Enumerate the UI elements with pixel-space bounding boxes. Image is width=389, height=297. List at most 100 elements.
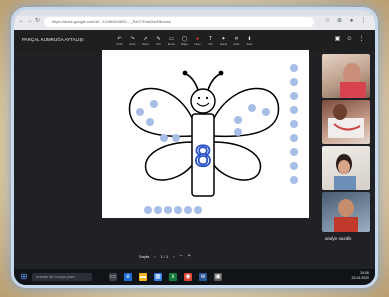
monitor-screen: ← → ↻ https://drive.google.com/a/...12x6… bbox=[14, 10, 375, 285]
task-view-icon[interactable]: ▭ bbox=[109, 273, 117, 281]
whiteboard-canvas[interactable]: 8 bbox=[102, 50, 309, 218]
tool-clear-button[interactable]: ✕ Clear bbox=[231, 36, 242, 50]
windows-start-icon[interactable]: ⊞ bbox=[20, 273, 28, 281]
tool-stamp-icon: ✦ bbox=[221, 36, 226, 42]
tool-select-button[interactable]: ➚ Select bbox=[140, 36, 151, 50]
folder-icon[interactable]: ▬ bbox=[139, 273, 147, 281]
photo-frame: ← → ↻ https://drive.google.com/a/...12x6… bbox=[0, 0, 389, 297]
people-icon[interactable]: ☺ bbox=[346, 36, 353, 43]
tool-label: Redo bbox=[129, 43, 136, 46]
participant-tile[interactable] bbox=[322, 54, 370, 98]
next-page-icon[interactable]: › bbox=[173, 254, 174, 259]
tool-undo-button[interactable]: ↶ Undo bbox=[114, 36, 125, 50]
tool-label: Shape bbox=[180, 43, 189, 46]
tool-save-button[interactable]: ⬇ Save bbox=[244, 36, 255, 50]
zoom-in-icon[interactable]: + bbox=[188, 253, 191, 259]
store-icon[interactable]: ▦ bbox=[154, 273, 162, 281]
tool-label: Save bbox=[246, 43, 253, 46]
system-tray: 20:06 23.04.2020 bbox=[351, 271, 369, 281]
taskbar-apps: ▭ e ▬ ▦ x ◉ w ▣ bbox=[109, 273, 222, 281]
counter-dot bbox=[144, 206, 152, 214]
star-icon[interactable]: ☆ bbox=[324, 18, 331, 25]
digit-eight: 8 bbox=[195, 140, 212, 173]
wing-dot bbox=[172, 134, 180, 142]
participant-video bbox=[340, 63, 366, 98]
tool-clear-icon: ✕ bbox=[234, 36, 239, 42]
tool-shape-icon: ◯ bbox=[181, 36, 188, 42]
tool-pen-button[interactable]: ✎ Pen bbox=[153, 36, 164, 50]
counter-dots-row bbox=[144, 206, 202, 214]
prev-page-icon[interactable]: ‹ bbox=[154, 254, 155, 259]
right-lower-wing bbox=[212, 141, 262, 181]
taskbar-search[interactable]: Aramak için buraya yazın bbox=[32, 273, 92, 281]
left-eye bbox=[197, 96, 201, 100]
right-eye bbox=[205, 96, 209, 100]
chrome-icon[interactable]: ◉ bbox=[184, 273, 192, 281]
counter-dot bbox=[290, 64, 298, 72]
counter-dot bbox=[290, 106, 298, 114]
windows-taskbar: ⊞ Aramak için buraya yazın ▭ e ▬ ▦ x ◉ w… bbox=[14, 269, 375, 285]
participant-video bbox=[334, 154, 356, 190]
wing-dot bbox=[262, 108, 270, 116]
left-antenna bbox=[185, 73, 199, 91]
tool-label: Select bbox=[142, 43, 149, 46]
tool-label: Clear bbox=[233, 43, 240, 46]
address-bar[interactable]: https://drive.google.com/a/...12x6k0Z6t0… bbox=[44, 17, 314, 27]
excel-icon[interactable]: x bbox=[169, 273, 177, 281]
wing-dot bbox=[136, 108, 144, 116]
tool-redo-button[interactable]: ↷ Redo bbox=[127, 36, 138, 50]
tool-shape-button[interactable]: ◯ Shape bbox=[179, 36, 190, 50]
butterfly-head bbox=[190, 88, 216, 114]
tool-label: Text bbox=[208, 43, 213, 46]
counter-dot bbox=[290, 162, 298, 170]
page-controls: Sayfa ‹ 1 / 1 › − + bbox=[139, 251, 191, 261]
tool-laser-button[interactable]: ● Laser bbox=[192, 36, 203, 50]
page-indicator: 1 / 1 bbox=[160, 253, 169, 259]
tool-redo-icon: ↷ bbox=[130, 36, 135, 42]
profile-icon[interactable]: ● bbox=[348, 18, 355, 25]
tool-select-icon: ➚ bbox=[143, 36, 148, 42]
counter-dot bbox=[194, 206, 202, 214]
zoom-out-icon[interactable]: − bbox=[180, 253, 183, 259]
tool-save-icon: ⬇ bbox=[247, 36, 252, 42]
participant-tile[interactable] bbox=[322, 100, 370, 144]
browser-chrome: ← → ↻ https://drive.google.com/a/...12x6… bbox=[14, 10, 375, 30]
extension-icon[interactable]: ⊕ bbox=[336, 18, 343, 25]
counter-dot bbox=[290, 176, 298, 184]
wing-dot bbox=[160, 134, 168, 142]
back-button[interactable]: ← bbox=[18, 18, 25, 25]
wing-dot bbox=[234, 128, 242, 136]
tool-undo-icon: ↶ bbox=[117, 36, 122, 42]
counter-dot bbox=[290, 148, 298, 156]
left-antenna-tip bbox=[182, 70, 188, 76]
edge-icon[interactable]: e bbox=[124, 273, 132, 281]
participant-tile[interactable] bbox=[322, 192, 370, 232]
forward-button[interactable]: → bbox=[26, 18, 33, 25]
participant-video bbox=[328, 104, 364, 138]
tab-strip bbox=[14, 10, 375, 16]
wing-dot bbox=[146, 118, 154, 126]
butterfly-drawing: 8 bbox=[128, 64, 298, 214]
participant-tile[interactable] bbox=[322, 146, 370, 190]
reload-button[interactable]: ↻ bbox=[34, 18, 41, 25]
tool-label: Stamp bbox=[219, 43, 228, 46]
menu-icon[interactable]: ⋮ bbox=[360, 18, 367, 25]
tool-label: Undo bbox=[116, 43, 123, 46]
counter-dot bbox=[290, 92, 298, 100]
counter-dots-column bbox=[290, 64, 298, 184]
word-icon[interactable]: w bbox=[199, 273, 207, 281]
counter-dot bbox=[154, 206, 162, 214]
wing-dot bbox=[248, 104, 256, 112]
right-antenna-tip bbox=[218, 70, 224, 76]
tool-text-button[interactable]: T Text bbox=[205, 36, 216, 50]
more-icon[interactable]: ⋮ bbox=[358, 36, 365, 43]
participant-name: andye nazdik bbox=[325, 236, 352, 241]
page-label: Sayfa bbox=[139, 253, 150, 259]
tool-label: Laser bbox=[194, 43, 201, 46]
counter-dot bbox=[174, 206, 182, 214]
tool-stamp-button[interactable]: ✦ Stamp bbox=[218, 36, 229, 50]
tool-eraser-button[interactable]: ▭ Eraser bbox=[166, 36, 177, 50]
counter-dot bbox=[290, 134, 298, 142]
screen-share-icon[interactable]: ▣ bbox=[334, 36, 341, 43]
app-icon[interactable]: ▣ bbox=[214, 273, 222, 281]
